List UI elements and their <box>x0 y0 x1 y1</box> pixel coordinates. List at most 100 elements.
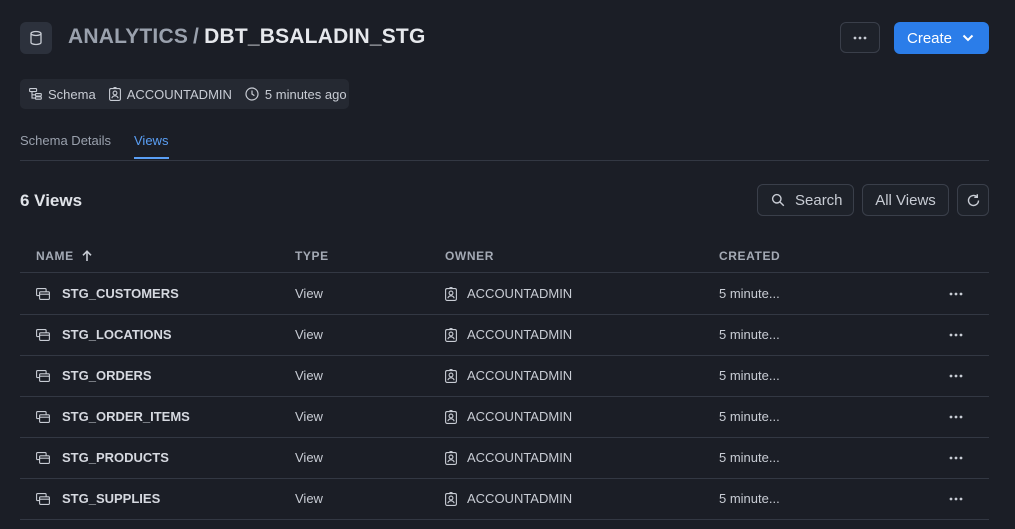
ellipsis-icon <box>949 415 963 419</box>
ellipsis-icon <box>949 374 963 378</box>
meta-type: Schema <box>29 87 96 102</box>
row-more-button[interactable] <box>945 285 967 303</box>
search-icon <box>771 193 785 207</box>
active-tab-indicator <box>134 157 169 159</box>
column-header-created[interactable]: CREATED <box>719 249 780 263</box>
view-created: 5 minute... <box>719 491 780 506</box>
view-created: 5 minute... <box>719 327 780 342</box>
view-icon <box>36 410 50 423</box>
view-name: STG_ORDER_ITEMS <box>62 409 190 424</box>
meta-owner: ACCOUNTADMIN <box>108 86 232 102</box>
schema-name: DBT_BSALADIN_STG <box>204 25 426 48</box>
table-row[interactable]: STG_LOCATIONS View ACCOUNTADMIN 5 minute… <box>20 314 989 356</box>
schema-icon <box>29 88 42 100</box>
breadcrumb-separator: / <box>193 25 200 48</box>
view-owner: ACCOUNTADMIN <box>467 286 573 301</box>
view-owner-cell: ACCOUNTADMIN <box>445 286 572 301</box>
view-filter-label: All Views <box>875 191 936 209</box>
tab-schema-details[interactable]: Schema Details <box>20 133 111 148</box>
ellipsis-icon <box>949 333 963 337</box>
schema-meta-bar: Schema ACCOUNTADMIN 5 minutes ago <box>20 79 349 109</box>
view-owner-cell: ACCOUNTADMIN <box>445 368 572 383</box>
tab-views[interactable]: Views <box>134 133 168 148</box>
view-icon <box>36 287 50 300</box>
table-row[interactable]: STG_PRODUCTS View ACCOUNTADMIN 5 minute.… <box>20 437 989 479</box>
view-icon <box>36 492 50 505</box>
user-badge-icon <box>445 409 457 424</box>
view-owner: ACCOUNTADMIN <box>467 368 573 383</box>
table-row[interactable]: STG_SUPPLIES View ACCOUNTADMIN 5 minute.… <box>20 478 989 520</box>
view-owner-cell: ACCOUNTADMIN <box>445 491 572 506</box>
view-owner: ACCOUNTADMIN <box>467 491 573 506</box>
view-type: View <box>295 368 323 383</box>
ellipsis-icon <box>949 456 963 460</box>
view-name-cell[interactable]: STG_CUSTOMERS <box>36 286 179 301</box>
user-badge-icon <box>445 450 457 465</box>
meta-updated: 5 minutes ago <box>245 87 347 102</box>
create-button-label: Create <box>907 29 953 47</box>
view-filter-button[interactable]: All Views <box>862 184 949 216</box>
view-name: STG_SUPPLIES <box>62 491 161 506</box>
column-header-name[interactable]: NAME <box>36 249 92 263</box>
arrow-up-icon <box>82 250 92 262</box>
refresh-button[interactable] <box>957 184 989 216</box>
table-row[interactable]: STG_ORDERS View ACCOUNTADMIN 5 minute... <box>20 355 989 397</box>
view-name-cell[interactable]: STG_LOCATIONS <box>36 327 172 342</box>
user-badge-icon <box>108 87 121 101</box>
row-more-button[interactable] <box>945 367 967 385</box>
view-owner: ACCOUNTADMIN <box>467 409 573 424</box>
view-created: 5 minute... <box>719 409 780 424</box>
views-count: 6 Views <box>20 191 83 210</box>
user-badge-icon <box>445 368 457 383</box>
view-name-cell[interactable]: STG_SUPPLIES <box>36 491 160 506</box>
ellipsis-icon <box>949 292 963 296</box>
view-owner-cell: ACCOUNTADMIN <box>445 327 572 342</box>
view-created: 5 minute... <box>719 286 780 301</box>
view-icon <box>36 451 50 464</box>
view-type: View <box>295 286 323 301</box>
database-icon <box>20 22 52 54</box>
view-type: View <box>295 491 323 506</box>
ellipsis-icon <box>949 497 963 501</box>
row-more-button[interactable] <box>945 326 967 344</box>
view-name: STG_ORDERS <box>62 368 152 383</box>
ellipsis-icon <box>853 36 867 40</box>
view-owner: ACCOUNTADMIN <box>467 327 573 342</box>
view-name: STG_LOCATIONS <box>62 327 172 342</box>
view-type: View <box>295 450 323 465</box>
meta-owner-label: ACCOUNTADMIN <box>126 86 232 102</box>
view-owner-cell: ACCOUNTADMIN <box>445 409 572 424</box>
row-more-button[interactable] <box>945 449 967 467</box>
table-row[interactable]: STG_ORDER_ITEMS View ACCOUNTADMIN 5 minu… <box>20 396 989 438</box>
table-row[interactable]: STG_CUSTOMERS View ACCOUNTADMIN 5 minute… <box>20 273 989 315</box>
view-type: View <box>295 327 323 342</box>
view-name: STG_PRODUCTS <box>62 450 169 465</box>
breadcrumb-parent[interactable]: ANALYTICS <box>68 25 188 48</box>
view-owner-cell: ACCOUNTADMIN <box>445 450 572 465</box>
user-badge-icon <box>445 327 457 342</box>
table-header: NAME TYPE OWNER CREATED <box>20 240 989 273</box>
refresh-icon <box>966 193 981 208</box>
user-badge-icon <box>445 286 457 301</box>
row-more-button[interactable] <box>945 408 967 426</box>
view-name-cell[interactable]: STG_PRODUCTS <box>36 450 169 465</box>
more-actions-button[interactable] <box>840 22 880 53</box>
row-more-button[interactable] <box>945 490 967 508</box>
search-button[interactable]: Search <box>757 184 854 216</box>
tab-bar: Schema Details Views <box>20 129 989 161</box>
column-header-owner[interactable]: OWNER <box>445 249 494 263</box>
view-icon <box>36 328 50 341</box>
meta-updated-label: 5 minutes ago <box>264 86 347 102</box>
create-button[interactable]: Create <box>894 22 989 54</box>
page-title: ANALYTICS / DBT_BSALADIN_STG <box>68 25 425 49</box>
chevron-down-icon <box>962 34 974 42</box>
view-name-cell[interactable]: STG_ORDER_ITEMS <box>36 409 190 424</box>
view-name-cell[interactable]: STG_ORDERS <box>36 368 152 383</box>
column-header-type[interactable]: TYPE <box>295 249 329 263</box>
view-created: 5 minute... <box>719 368 780 383</box>
view-owner: ACCOUNTADMIN <box>467 450 573 465</box>
search-button-label: Search <box>795 191 843 209</box>
view-name: STG_CUSTOMERS <box>62 286 179 301</box>
view-type: View <box>295 409 323 424</box>
meta-type-label: Schema <box>48 86 96 102</box>
